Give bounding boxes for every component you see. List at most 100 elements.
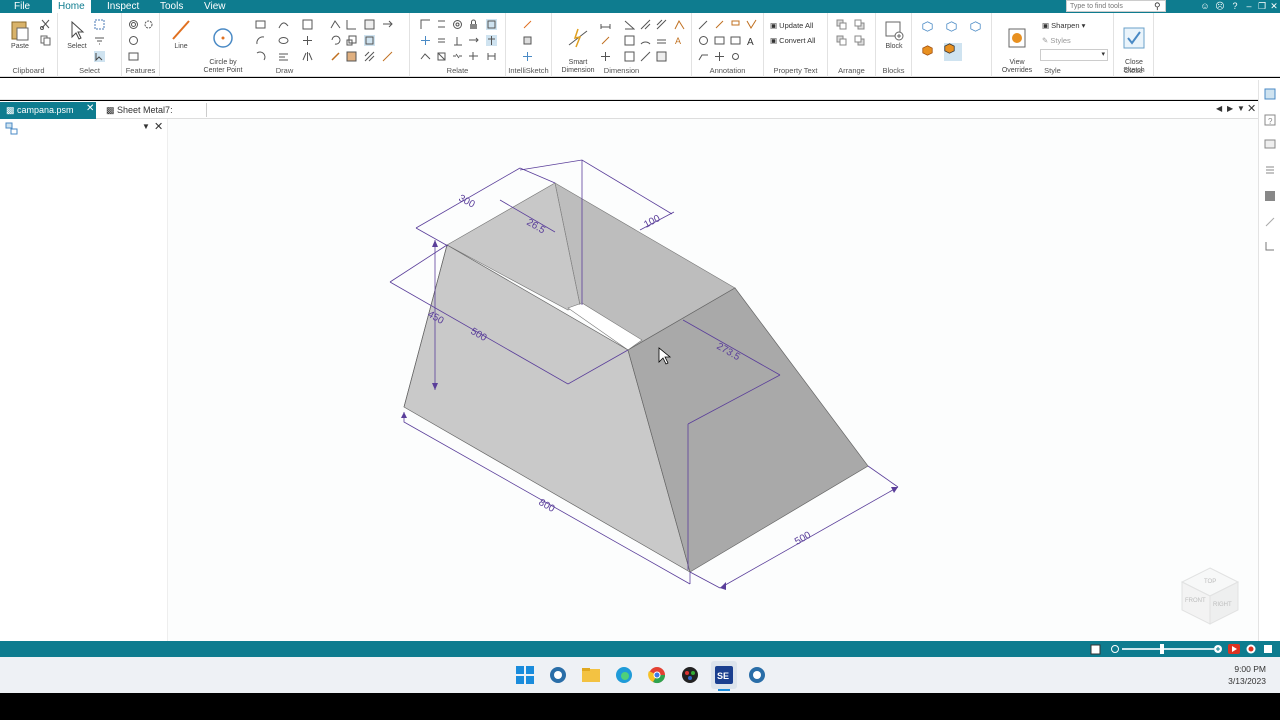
ellipse-icon[interactable] (278, 35, 289, 46)
gear-feature-icon[interactable] (143, 19, 154, 30)
tangent-icon[interactable] (420, 35, 431, 46)
select-box-icon[interactable] (94, 19, 105, 30)
menu-inspect[interactable]: Inspect (107, 0, 139, 13)
restore-icon[interactable]: ❐ (1256, 0, 1268, 13)
sharpen-button[interactable]: ▣ Sharpen ▾ (1042, 21, 1085, 30)
dim-align-icon[interactable] (640, 51, 651, 62)
align-icon[interactable] (486, 51, 497, 62)
balloon-icon[interactable] (714, 19, 725, 30)
app-icon-1[interactable] (548, 665, 568, 685)
family-rail-icon[interactable] (1264, 240, 1276, 252)
symmetric-diameter-icon[interactable] (640, 19, 651, 30)
update-all-button[interactable]: ▣ Update All (770, 21, 813, 30)
offset-icon[interactable] (128, 35, 139, 46)
search-input[interactable]: Type to find tools (1066, 0, 1166, 12)
perpendicular-icon[interactable] (452, 35, 463, 46)
bolt-hole-icon[interactable] (730, 51, 741, 62)
rectangle-icon[interactable] (255, 19, 266, 30)
davinci-icon[interactable] (680, 665, 700, 685)
symmetric-icon[interactable] (420, 51, 431, 62)
frown-icon[interactable]: ☹ (1214, 0, 1226, 13)
bring-front-icon[interactable] (836, 19, 847, 30)
rigid-icon[interactable] (436, 51, 447, 62)
offset-draw-icon[interactable] (364, 35, 375, 46)
dimetric-view-icon[interactable] (946, 21, 960, 35)
pane-close-icon[interactable]: ✕ (154, 120, 163, 133)
graphics-window[interactable]: 300 26.5 100 450 500 273.5 800 500 TOP F… (168, 119, 1258, 641)
angle-between-icon[interactable] (624, 19, 636, 30)
shaded-icon[interactable] (922, 45, 936, 59)
convert-all-button[interactable]: ▣ Convert All (770, 36, 815, 45)
split-icon[interactable] (278, 51, 289, 62)
dim-style-icon[interactable] (656, 35, 667, 46)
intellisketch-icon[interactable] (522, 19, 533, 30)
file-explorer-icon[interactable] (581, 665, 601, 685)
maintain-icon[interactable] (486, 35, 497, 46)
collinear-icon[interactable] (452, 51, 463, 62)
cut-icon[interactable] (40, 19, 51, 30)
tab-sketch[interactable]: ▩ Sheet Metal7: Sketch (100, 102, 206, 132)
hole-icon[interactable] (128, 19, 139, 30)
prompt-icon[interactable] (1090, 644, 1101, 655)
help-icon[interactable]: ? (1229, 0, 1241, 13)
pen-icon[interactable] (330, 51, 341, 62)
select-button[interactable]: Select (64, 21, 90, 50)
send-back-icon[interactable] (854, 19, 865, 30)
construction-icon[interactable] (382, 51, 393, 62)
tab-scroll-right-icon[interactable]: ▶ (1227, 104, 1233, 113)
styles-button[interactable]: ✎ Styles (1042, 36, 1071, 45)
menu-tools[interactable]: Tools (160, 0, 183, 13)
arc-icon[interactable] (255, 35, 266, 46)
surface-texture-icon[interactable] (746, 19, 757, 30)
menu-file[interactable]: File (14, 0, 30, 13)
expand-status-icon[interactable] (1263, 644, 1273, 654)
trimetric-view-icon[interactable] (970, 21, 984, 35)
midpoint-icon[interactable] (468, 51, 479, 62)
close-document-icon[interactable]: ✕ (1247, 102, 1256, 115)
chamfer-dim-icon[interactable] (624, 35, 635, 46)
text-icon[interactable]: A (746, 35, 757, 48)
record-video-icon[interactable] (1228, 644, 1240, 654)
fillet-icon[interactable] (330, 19, 341, 30)
extend-icon[interactable] (382, 19, 393, 30)
smiley-icon[interactable]: ☺ (1199, 0, 1211, 13)
concentric-icon[interactable] (452, 19, 463, 30)
zoom-slider-thumb[interactable] (1160, 644, 1164, 654)
parallel-icon[interactable] (436, 19, 447, 30)
paste-button[interactable]: Paste (6, 19, 34, 50)
shaded-edges-icon[interactable] (944, 43, 962, 61)
move-icon[interactable] (302, 35, 313, 46)
coordinate-dimension-icon[interactable] (656, 19, 667, 30)
style-dropdown[interactable]: ▾ (1040, 49, 1108, 61)
fill-icon[interactable] (346, 51, 357, 62)
solid-edge-icon[interactable]: SE (714, 665, 734, 685)
view-cube[interactable]: TOP FRONT RIGHT (1180, 567, 1240, 625)
lock-icon[interactable] (468, 19, 479, 30)
radial-icon[interactable] (600, 35, 611, 46)
weld-icon[interactable] (698, 35, 709, 46)
dim-text-icon[interactable]: A (674, 35, 685, 46)
equal-icon[interactable] (436, 35, 447, 46)
close-icon[interactable]: ✕ (1268, 0, 1280, 13)
minimize-icon[interactable]: – (1243, 0, 1255, 13)
dim-variable-icon[interactable] (656, 51, 667, 62)
datum-icon[interactable] (714, 35, 725, 46)
line-button[interactable]: Line (166, 19, 196, 50)
pathfinder-icon[interactable] (5, 122, 19, 136)
arc-length-icon[interactable] (640, 35, 651, 46)
menu-home[interactable]: Home (52, 0, 91, 13)
tab-close-icon[interactable]: ✕ (86, 103, 94, 114)
mirror-icon[interactable] (302, 51, 313, 62)
search-icon[interactable]: ⚲ (1154, 0, 1164, 12)
tab-campana[interactable]: ▩ campana.psm (0, 102, 96, 119)
relationship-handles-icon[interactable] (486, 19, 497, 30)
copy-icon[interactable] (40, 35, 51, 46)
app-icon-2[interactable] (747, 665, 767, 685)
select-filter-icon[interactable] (94, 35, 105, 46)
angular-coordinate-icon[interactable] (674, 19, 685, 30)
rotate-icon[interactable] (330, 35, 341, 46)
scale-icon[interactable] (346, 35, 357, 46)
connect-icon[interactable] (420, 19, 431, 30)
hatch-icon[interactable] (364, 51, 375, 62)
trim-icon[interactable] (364, 19, 375, 30)
